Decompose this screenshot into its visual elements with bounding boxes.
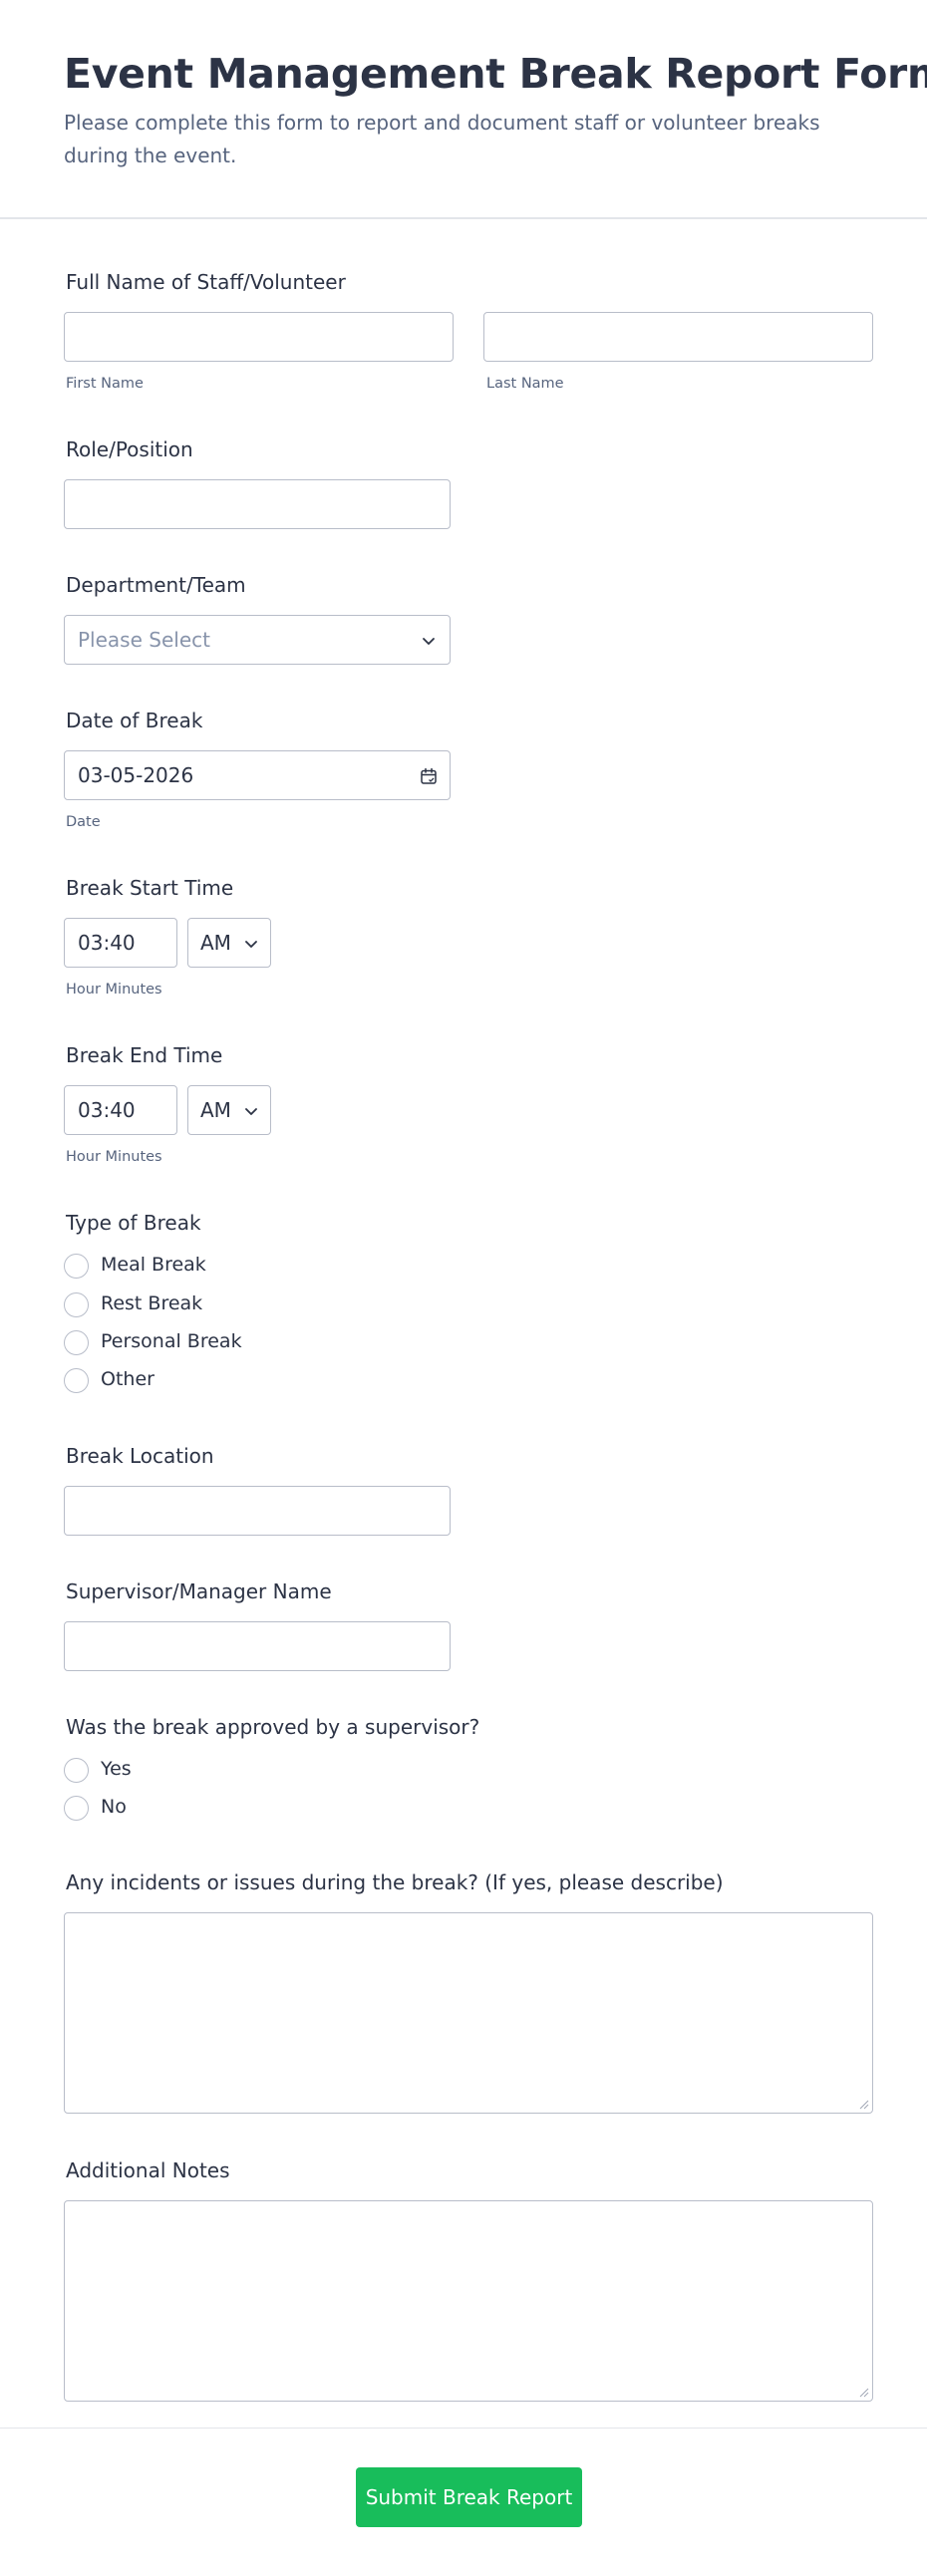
form-description: Please complete this form to report and … [64, 111, 820, 167]
role-input[interactable] [64, 479, 451, 529]
calendar-icon[interactable] [420, 767, 438, 785]
incidents-label: Any incidents or issues during the break… [66, 1870, 724, 1894]
department-select[interactable]: Please Select [64, 615, 451, 665]
chevron-down-icon [245, 941, 257, 948]
radio-button[interactable] [64, 1796, 89, 1821]
supervisor-label: Supervisor/Manager Name [66, 1579, 332, 1603]
role-label: Role/Position [66, 437, 193, 461]
break-type-label: Type of Break [66, 1211, 201, 1235]
start-time-input[interactable]: 03:40 [64, 918, 177, 968]
radio-button[interactable] [64, 1330, 89, 1355]
end-time-sublabel: Hour Minutes [66, 1149, 162, 1165]
notes-textarea[interactable] [64, 2200, 873, 2402]
submit-button[interactable]: Submit Break Report [356, 2467, 582, 2527]
chevron-down-icon [245, 1108, 257, 1115]
end-ampm-select[interactable]: AM [187, 1085, 271, 1135]
date-label: Date of Break [66, 709, 203, 732]
department-placeholder: Please Select [78, 628, 210, 652]
form-header: Event Management Break Report Form Pleas… [0, 0, 927, 219]
start-ampm-select[interactable]: AM [187, 918, 271, 968]
first-name-input[interactable] [64, 312, 454, 362]
notes-label: Additional Notes [66, 2158, 230, 2182]
location-input[interactable] [64, 1486, 451, 1536]
end-time-input[interactable]: 03:40 [64, 1085, 177, 1135]
end-time-label: Break End Time [66, 1043, 223, 1067]
chevron-down-icon [423, 638, 435, 645]
location-label: Break Location [66, 1444, 214, 1468]
incidents-textarea[interactable] [64, 1912, 873, 2114]
radio-button[interactable] [64, 1292, 89, 1317]
resize-handle-icon[interactable] [859, 2100, 869, 2110]
date-input[interactable]: 03-05-2026 [64, 750, 451, 800]
first-name-sublabel: First Name [66, 376, 144, 392]
supervisor-input[interactable] [64, 1621, 451, 1671]
last-name-sublabel: Last Name [486, 376, 564, 392]
full-name-label: Full Name of Staff/Volunteer [66, 270, 346, 294]
radio-button[interactable] [64, 1758, 89, 1783]
department-label: Department/Team [66, 573, 246, 597]
radio-button[interactable] [64, 1254, 89, 1279]
start-time-sublabel: Hour Minutes [66, 982, 162, 998]
last-name-input[interactable] [483, 312, 873, 362]
form-title: Event Management Break Report Form [64, 50, 927, 98]
start-time-label: Break Start Time [66, 876, 234, 900]
date-sublabel: Date [66, 814, 101, 830]
radio-button[interactable] [64, 1368, 89, 1393]
approved-label: Was the break approved by a supervisor? [66, 1715, 480, 1739]
resize-handle-icon[interactable] [859, 2388, 869, 2398]
